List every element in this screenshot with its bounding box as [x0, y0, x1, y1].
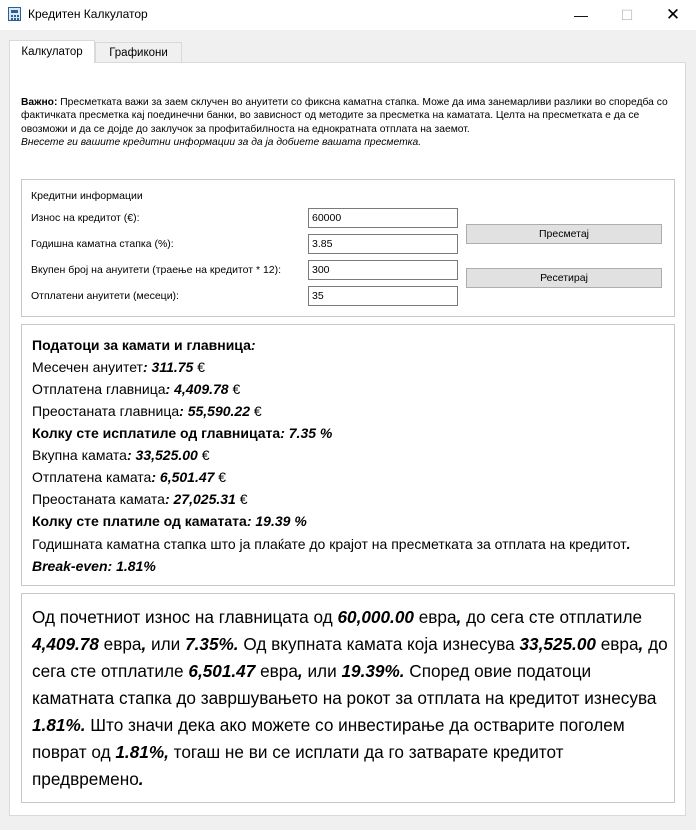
- calculator-icon: [8, 7, 21, 21]
- annuities-input[interactable]: 300: [308, 260, 458, 280]
- amount-label: Износ на кредитот (€):: [31, 212, 140, 224]
- interest-percent-value: 19.39: [255, 513, 291, 529]
- monthly-annuity-row: Месечен ануитет: 311.75 €: [32, 359, 205, 375]
- notice-text: Важно: Пресметката важи за заем склучен …: [21, 96, 676, 149]
- amount-input[interactable]: 60000: [308, 208, 458, 228]
- notice-important: Важно:: [21, 97, 58, 108]
- monthly-annuity-value: 311.75: [151, 359, 194, 375]
- remaining-principal-value: 55,590.22: [187, 403, 251, 419]
- tab-calculator[interactable]: Калкулатор: [9, 40, 95, 63]
- remaining-interest-value: 27,025.31: [173, 491, 236, 507]
- paid-principal-value: 4,409.78: [174, 381, 229, 397]
- rate-input[interactable]: 3.85: [308, 234, 458, 254]
- paid-annuities-label: Отплатени ануитети (месеци):: [31, 290, 179, 302]
- paid-annuities-input[interactable]: 35: [308, 286, 458, 306]
- minimize-button[interactable]: —: [558, 0, 604, 30]
- breakeven-value: 1.81: [116, 558, 144, 574]
- rate-label: Годишна каматна стапка (%):: [31, 238, 174, 250]
- reset-button[interactable]: Ресетирај: [466, 268, 662, 288]
- principal-percent-row: Колку сте исплатиле од главницата: 7.35 …: [32, 425, 333, 441]
- total-interest-row: Вкупна камата: 33,525.00 €: [32, 447, 210, 463]
- interest-percent-row: Колку сте платиле од каматата: 19.39 %: [32, 513, 307, 529]
- breakeven-row: Годишната каматна стапка што ја плаќате …: [32, 536, 631, 574]
- summary-text: Од почетниот износ на главницата од 60,0…: [32, 607, 668, 789]
- principal-percent-value: 7.35: [288, 425, 317, 441]
- remaining-interest-row: Преостаната камата: 27,025.31 €: [32, 491, 248, 507]
- results-heading: Податоци за камати и главница:: [32, 337, 256, 353]
- notice-instruction: Внесете ги вашите кредитни информации за…: [21, 136, 422, 148]
- close-button[interactable]: ✕: [650, 0, 696, 30]
- window-title: Кредитен Калкулатор: [28, 7, 148, 21]
- paid-principal-row: Отплатена главница: 4,409.78 €: [32, 381, 241, 397]
- title-bar: Кредитен Калкулатор — ☐ ✕: [0, 0, 696, 30]
- notice-body: Пресметката важи за заем склучен во ануи…: [21, 97, 668, 135]
- tab-charts[interactable]: Графикони: [95, 42, 182, 63]
- calculate-button[interactable]: Пресметај: [466, 224, 662, 244]
- annuities-label: Вкупен број на ануитети (траење на креди…: [31, 264, 282, 276]
- paid-interest-value: 6,501.47: [159, 469, 215, 485]
- paid-interest-row: Отплатена камата: 6,501.47 €: [32, 469, 227, 485]
- credit-info-title: Кредитни информации: [31, 190, 143, 202]
- maximize-button[interactable]: ☐: [604, 0, 650, 30]
- total-interest-value: 33,525.00: [135, 447, 198, 463]
- remaining-principal-row: Преостаната главница: 55,590.22 €: [32, 403, 262, 419]
